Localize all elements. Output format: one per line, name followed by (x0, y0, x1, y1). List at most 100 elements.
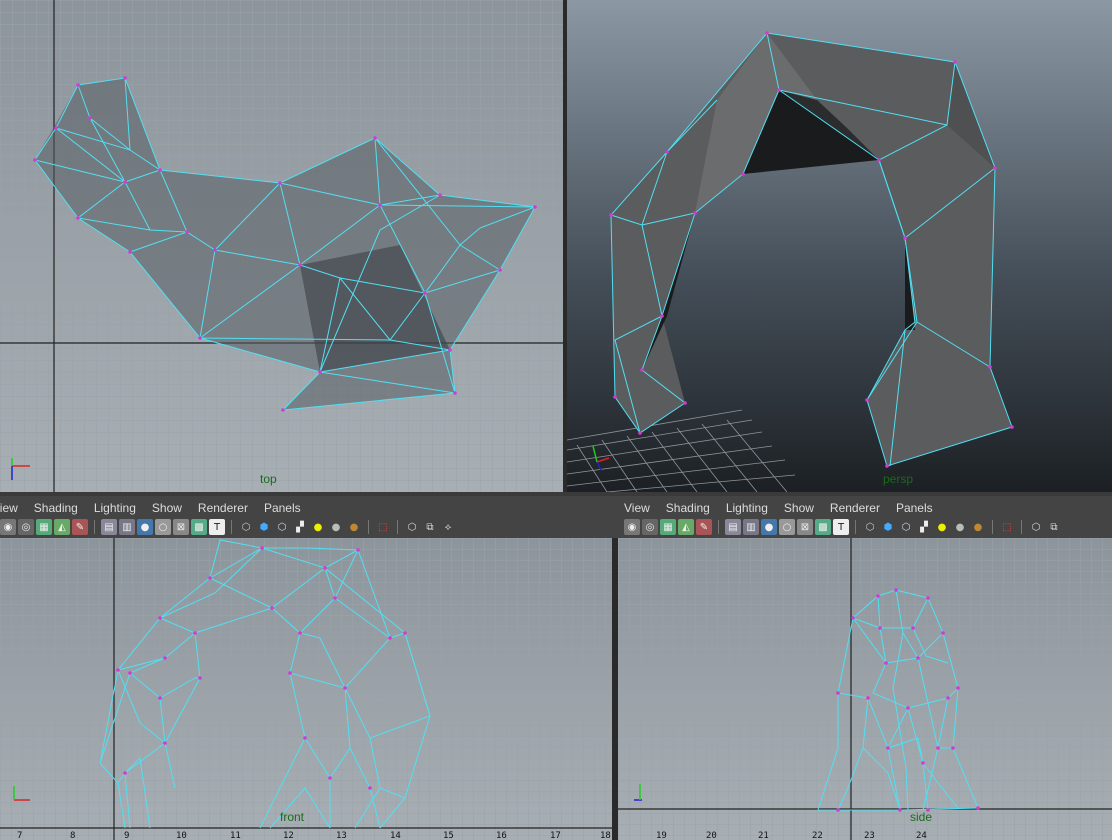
viewport-divider-horizontal[interactable] (0, 492, 1112, 496)
menu-panels[interactable]: Panels (896, 501, 933, 515)
toolbar-separator (94, 520, 95, 534)
smooth-shade-icon[interactable]: ⬢ (256, 519, 272, 535)
toolbar-separator (718, 520, 719, 534)
wireframe-icon[interactable]: ⬡ (238, 519, 254, 535)
ruler-number: 17 (550, 831, 561, 840)
safe-action-icon[interactable]: ▩ (815, 519, 831, 535)
ambient-occlusion-icon[interactable]: ● (970, 519, 986, 535)
ruler-number: 23 (864, 831, 875, 840)
viewport-side-canvas[interactable]: 19 20 21 22 23 24 (618, 538, 1112, 840)
panel-toolbar-right: ◉ ◎ ▦ ◭ ✎ ▤ ▥ ● ○ ⊠ ▩ T ⬡ ⬢ ⬡ ▞ ● ● ● ⬚ … (624, 518, 1112, 536)
ruler-number: 16 (496, 831, 507, 840)
panel-toolbar-left: ◉ ◎ ▦ ◭ ✎ ▤ ▥ ● ○ ⊠ ▩ T ⬡ ⬢ ⬡ ▞ ● ● ● ⬚ … (0, 518, 612, 536)
ruler-number: 24 (916, 831, 927, 840)
shadows-icon[interactable]: ● (328, 519, 344, 535)
viewport-persp[interactable]: persp (567, 0, 1112, 492)
field-chart-icon[interactable]: ⊠ (797, 519, 813, 535)
viewport-front-canvas[interactable]: 7 8 9 10 11 12 13 14 15 16 17 18 (0, 538, 612, 840)
safe-action-icon[interactable]: ▩ (191, 519, 207, 535)
ruler-number: 13 (336, 831, 347, 840)
2d-pan-zoom-icon[interactable]: ✎ (696, 519, 712, 535)
ambient-occlusion-icon[interactable]: ● (346, 519, 362, 535)
xray-joints-icon[interactable]: ⧉ (1046, 519, 1062, 535)
image-plane-icon[interactable]: ◭ (678, 519, 694, 535)
viewport-top[interactable]: top (0, 0, 563, 492)
menu-panels[interactable]: Panels (264, 501, 301, 515)
menu-view[interactable]: View (624, 501, 650, 515)
camera-label-persp: persp (883, 472, 914, 486)
camera-label-top: top (260, 472, 277, 486)
smooth-shade-icon[interactable]: ⬢ (880, 519, 896, 535)
menu-show[interactable]: Show (784, 501, 814, 515)
menu-renderer[interactable]: Renderer (198, 501, 248, 515)
panel-menubar-right: View Shading Lighting Show Renderer Pane… (624, 498, 1112, 518)
textured-icon[interactable]: ▞ (916, 519, 932, 535)
grid-icon[interactable]: ▤ (725, 519, 741, 535)
image-plane-icon[interactable]: ◭ (54, 519, 70, 535)
safe-title-icon[interactable]: T (209, 519, 225, 535)
camera-label-front: front (280, 810, 305, 824)
viewport-front[interactable]: 7 8 9 10 11 12 13 14 15 16 17 18 front (0, 538, 612, 840)
ruler-number: 8 (70, 831, 75, 840)
bookmark-icon[interactable]: ▦ (660, 519, 676, 535)
textured-icon[interactable]: ▞ (292, 519, 308, 535)
ruler-number: 20 (706, 831, 717, 840)
menu-renderer[interactable]: Renderer (830, 501, 880, 515)
ruler-number: 19 (656, 831, 667, 840)
ruler-number: 10 (176, 831, 187, 840)
viewport-top-canvas[interactable] (0, 0, 563, 492)
grid-icon[interactable]: ▤ (101, 519, 117, 535)
viewport-side[interactable]: 19 20 21 22 23 24 side (618, 538, 1112, 840)
ruler-number: 21 (758, 831, 769, 840)
menu-lighting[interactable]: Lighting (94, 501, 136, 515)
viewport-persp-canvas[interactable] (567, 0, 1112, 492)
gate-mask-icon[interactable]: ○ (155, 519, 171, 535)
camera-attr-icon[interactable]: ◎ (642, 519, 658, 535)
film-gate-icon[interactable]: ▥ (743, 519, 759, 535)
viewport-divider-top[interactable] (563, 0, 567, 492)
use-lights-icon[interactable]: ● (310, 519, 326, 535)
ruler-number: 14 (390, 831, 401, 840)
safe-title-icon[interactable]: T (833, 519, 849, 535)
isolate-select-icon[interactable]: ⬚ (999, 519, 1015, 535)
resolution-gate-icon[interactable]: ● (137, 519, 153, 535)
field-chart-icon[interactable]: ⊠ (173, 519, 189, 535)
toolbar-separator (397, 520, 398, 534)
2d-pan-zoom-icon[interactable]: ✎ (72, 519, 88, 535)
xray-icon[interactable]: ⬡ (404, 519, 420, 535)
shadows-icon[interactable]: ● (952, 519, 968, 535)
toolbar-separator (231, 520, 232, 534)
toolbar-separator (1021, 520, 1022, 534)
wireframe-icon[interactable]: ⬡ (862, 519, 878, 535)
camera-label-side: side (910, 810, 933, 824)
menu-shading[interactable]: Shading (666, 501, 710, 515)
use-lights-icon[interactable]: ● (934, 519, 950, 535)
menu-lighting[interactable]: Lighting (726, 501, 768, 515)
resolution-gate-icon[interactable]: ● (761, 519, 777, 535)
film-gate-icon[interactable]: ▥ (119, 519, 135, 535)
menu-shading[interactable]: Shading (34, 501, 78, 515)
toolbar-separator (992, 520, 993, 534)
xray-joints-icon[interactable]: ⧉ (422, 519, 438, 535)
default-material-icon[interactable]: ⬡ (274, 519, 290, 535)
panel-menubar-left: View Shading Lighting Show Renderer Pane… (0, 498, 607, 518)
ruler-number: 12 (283, 831, 294, 840)
toolbar-separator (855, 520, 856, 534)
camera-select-icon[interactable]: ◉ (624, 519, 640, 535)
ruler-number: 11 (230, 831, 241, 840)
gate-mask-icon[interactable]: ○ (779, 519, 795, 535)
isolate-select-icon[interactable]: ⬚ (375, 519, 391, 535)
menu-show[interactable]: Show (152, 501, 182, 515)
bookmark-icon[interactable]: ▦ (36, 519, 52, 535)
camera-attr-icon[interactable]: ◎ (18, 519, 34, 535)
toolbar-separator (368, 520, 369, 534)
xray-icon[interactable]: ⬡ (1028, 519, 1044, 535)
camera-select-icon[interactable]: ◉ (0, 519, 16, 535)
ruler-number: 15 (443, 831, 454, 840)
ruler-number: 7 (17, 831, 22, 840)
ruler-number: 22 (812, 831, 823, 840)
ruler-number: 18 (600, 831, 611, 840)
default-material-icon[interactable]: ⬡ (898, 519, 914, 535)
screen-space-icon[interactable]: ⟡ (440, 519, 456, 535)
menu-view[interactable]: View (0, 501, 18, 515)
